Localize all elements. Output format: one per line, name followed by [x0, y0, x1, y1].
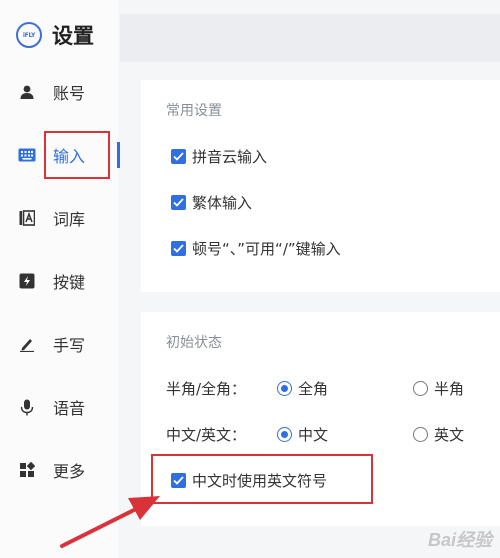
watermark: Bai经验 [427, 530, 492, 550]
annotation-arrow-icon [60, 496, 160, 548]
